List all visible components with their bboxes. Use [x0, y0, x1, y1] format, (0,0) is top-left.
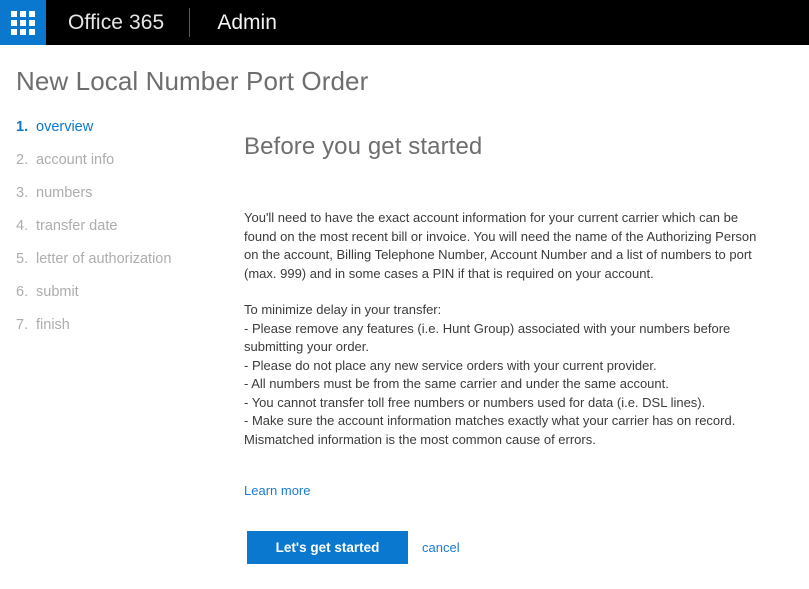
wizard-step-transfer-date[interactable]: 4. transfer date	[16, 217, 226, 235]
app-launcher-button[interactable]	[0, 0, 46, 45]
suite-brand-office365[interactable]: Office 365	[46, 0, 164, 45]
step-number: 4.	[16, 218, 29, 234]
tips-heading: To minimize delay in your transfer:	[244, 302, 442, 317]
lets-get-started-button[interactable]: Let's get started	[247, 531, 408, 564]
step-number: 2.	[16, 152, 29, 168]
wizard-step-submit[interactable]: 6. submit	[16, 283, 226, 301]
section-heading: Before you get started	[244, 133, 483, 160]
tip-item: - You cannot transfer toll free numbers …	[244, 394, 706, 410]
action-row: Let's get started cancel	[247, 531, 460, 564]
step-label: submit	[36, 284, 79, 300]
main-panel: Before you get started You'll need to ha…	[226, 118, 809, 500]
step-number: 7.	[16, 317, 29, 333]
step-number: 6.	[16, 284, 29, 300]
step-number: 3.	[16, 185, 29, 201]
wizard-step-overview[interactable]: 1. overview	[16, 118, 226, 136]
waffle-icon	[11, 10, 35, 35]
step-label: overview	[36, 119, 94, 135]
step-number: 5.	[16, 251, 29, 267]
page-content: 1. overview 2. account info 3. numbers 4…	[0, 118, 809, 500]
intro-paragraph: You'll need to have the exact account in…	[244, 210, 757, 281]
tips-block: To minimize delay in your transfer: - Pl…	[244, 301, 764, 449]
wizard-step-letter-of-authorization[interactable]: 5. letter of authorization	[16, 250, 226, 268]
learn-more-link[interactable]: Learn more	[244, 483, 310, 498]
step-label: finish	[36, 317, 70, 333]
wizard-step-finish[interactable]: 7. finish	[16, 316, 226, 334]
tip-item: - All numbers must be from the same carr…	[244, 376, 669, 391]
step-number: 1.	[16, 119, 29, 135]
suite-app-name-admin[interactable]: Admin	[190, 0, 277, 45]
tip-item: - Make sure the account information matc…	[244, 413, 736, 447]
tip-item: - Please remove any features (i.e. Hunt …	[244, 320, 731, 355]
wizard-step-list: 1. overview 2. account info 3. numbers 4…	[0, 118, 226, 500]
suite-header-bar: Office 365 Admin	[0, 0, 809, 45]
page-title: New Local Number Port Order	[16, 66, 369, 96]
step-label: letter of authorization	[36, 251, 172, 267]
tip-item: - Please do not place any new service or…	[244, 357, 657, 373]
step-label: transfer date	[36, 218, 118, 234]
wizard-step-account-info[interactable]: 2. account info	[16, 151, 226, 169]
cancel-link[interactable]: cancel	[422, 531, 460, 564]
step-label: account info	[36, 152, 115, 168]
wizard-step-numbers[interactable]: 3. numbers	[16, 184, 226, 202]
step-label: numbers	[36, 185, 93, 201]
